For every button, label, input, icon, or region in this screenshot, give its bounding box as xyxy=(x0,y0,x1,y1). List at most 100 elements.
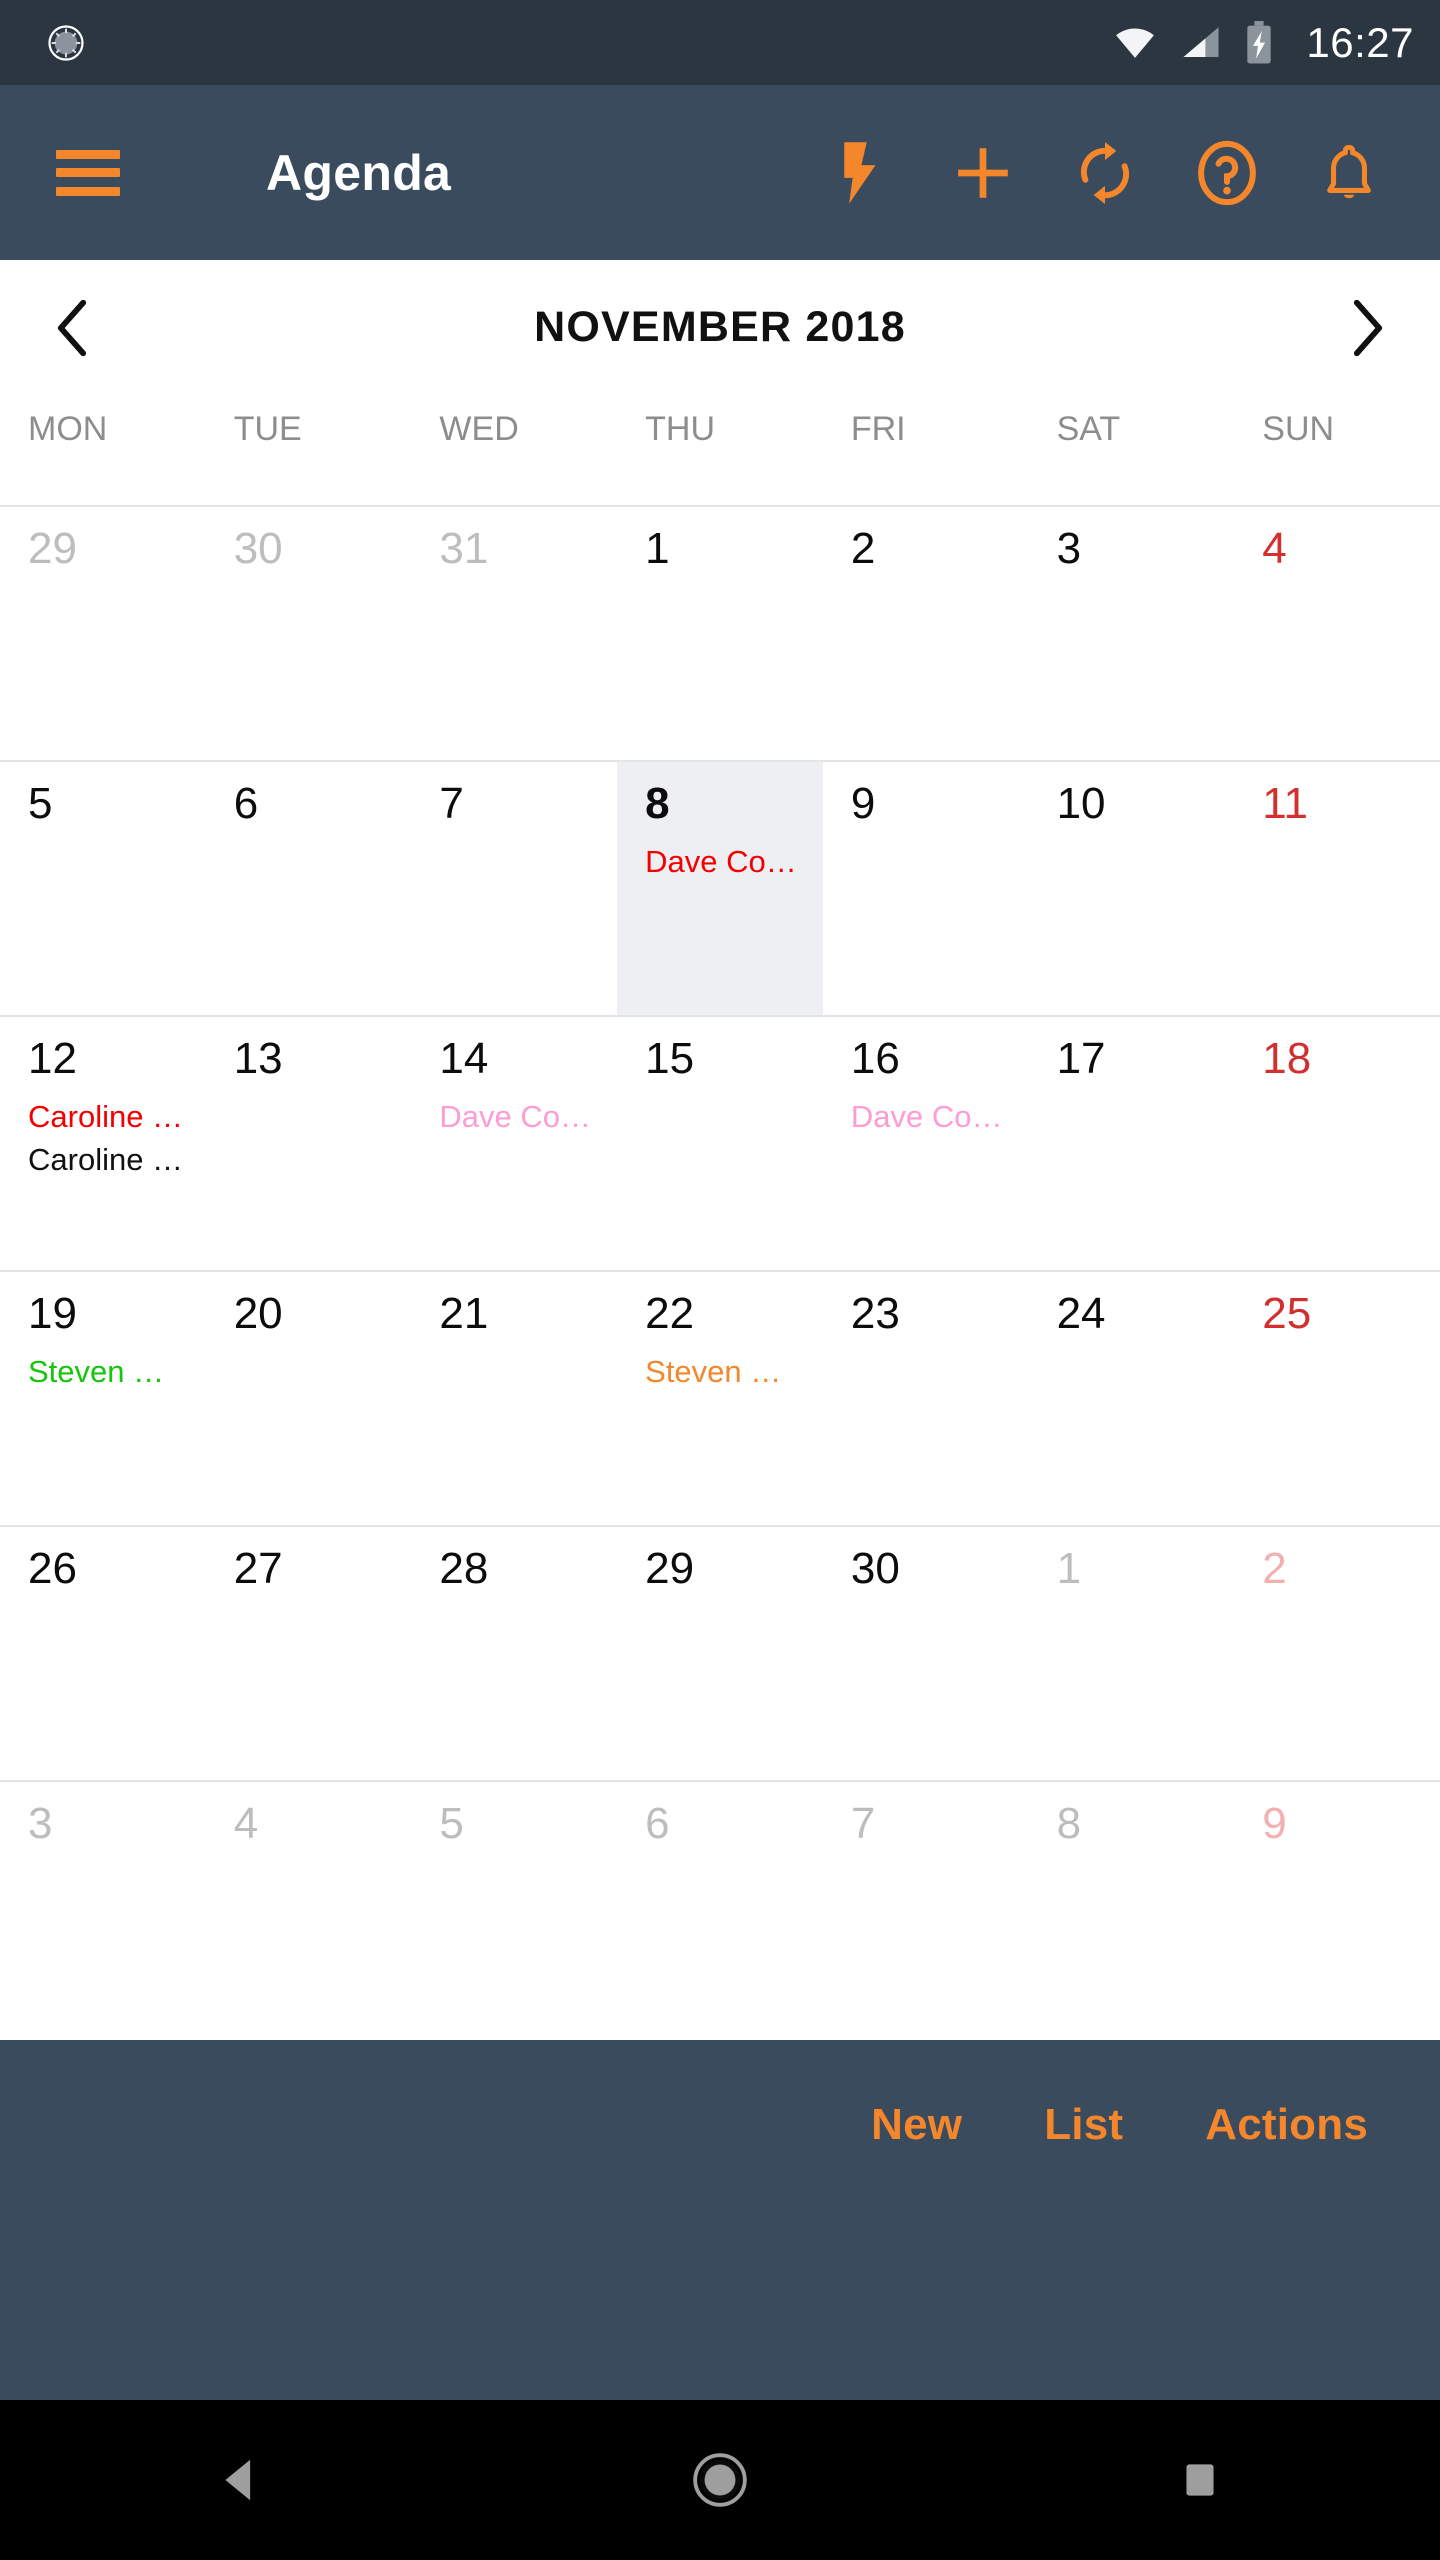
day-number: 1 xyxy=(645,524,670,573)
month-navigation: NOVEMBER 2018 xyxy=(0,260,1440,395)
android-navigation-bar xyxy=(0,2400,1440,2560)
wifi-icon xyxy=(1116,28,1155,58)
calendar-day-cell[interactable]: 16 Dave Co… xyxy=(823,1017,1029,1270)
calendar-day-cell[interactable]: 15 xyxy=(617,1017,823,1270)
new-button[interactable]: New xyxy=(871,2100,962,2150)
calendar-day-cell[interactable]: 9 xyxy=(1234,1782,1440,2040)
quick-action-icon[interactable] xyxy=(824,136,898,210)
calendar-event[interactable]: Steven … xyxy=(28,1353,196,1392)
calendar-day-cell[interactable]: 25 xyxy=(1234,1272,1440,1525)
help-icon[interactable] xyxy=(1190,136,1264,210)
calendar-day-cell[interactable]: 2 xyxy=(1234,1527,1440,1780)
calendar-day-cell[interactable]: 11 xyxy=(1234,762,1440,1015)
bell-icon xyxy=(1327,144,1371,198)
calendar-day-cell[interactable]: 14 Dave Co… xyxy=(411,1017,617,1270)
calendar-day-cell[interactable]: 23 xyxy=(823,1272,1029,1525)
android-back-button[interactable] xyxy=(180,2420,300,2540)
calendar-day-cell[interactable]: 4 xyxy=(1234,507,1440,760)
weekday-label-sat: SAT xyxy=(1056,410,1121,448)
calendar-event[interactable]: Caroline … xyxy=(28,1141,196,1180)
calendar-day-cell[interactable]: 27 xyxy=(206,1527,412,1780)
day-event-list: Dave Co… xyxy=(645,843,813,882)
calendar-day-cell[interactable]: 5 xyxy=(0,762,206,1015)
day-number: 8 xyxy=(1056,1799,1082,1848)
calendar-day-cell[interactable]: 6 xyxy=(206,762,412,1015)
weekday-label-tue: TUE xyxy=(233,410,302,448)
calendar-event[interactable]: Dave Co… xyxy=(439,1098,607,1137)
page-title: Agenda xyxy=(266,144,452,201)
android-home-button[interactable] xyxy=(660,2420,780,2540)
calendar-day-cell[interactable]: 29 xyxy=(617,1527,823,1780)
calendar-day-cell[interactable]: 10 xyxy=(1029,762,1235,1015)
app-root: 16:27 Agenda NOVEMBER 2018 MON TUE WED T… xyxy=(0,0,1440,2560)
calendar-event[interactable]: Caroline … xyxy=(28,1098,196,1137)
calendar-day-cell[interactable]: 3 xyxy=(0,1782,206,2040)
calendar-day-cell[interactable]: 4 xyxy=(206,1782,412,2040)
home-circle-icon xyxy=(693,2453,747,2507)
plus-icon xyxy=(958,147,1008,198)
status-bar: 16:27 xyxy=(0,0,1440,85)
calendar-day-cell[interactable]: 8 Dave Co… xyxy=(617,762,823,1015)
day-event-list: Steven … xyxy=(645,1353,813,1392)
calendar-day-cell[interactable]: 22 Steven … xyxy=(617,1272,823,1525)
calendar-day-cell[interactable]: 30 xyxy=(206,507,412,760)
calendar-day-cell[interactable]: 24 xyxy=(1029,1272,1235,1525)
calendar-day-cell[interactable]: 9 xyxy=(823,762,1029,1015)
day-number: 20 xyxy=(233,1289,283,1338)
calendar-day-cell[interactable]: 2 xyxy=(823,507,1029,760)
day-number: 2 xyxy=(1262,1544,1287,1593)
sync-icon[interactable] xyxy=(1068,136,1142,210)
day-number: 4 xyxy=(233,1799,259,1848)
calendar-day-cell[interactable]: 8 xyxy=(1029,1782,1235,2040)
calendar-day-cell[interactable]: 28 xyxy=(411,1527,617,1780)
calendar-day-cell[interactable]: 5 xyxy=(411,1782,617,2040)
calendar-day-cell[interactable]: 29 xyxy=(0,507,206,760)
calendar-day-cell[interactable]: 7 xyxy=(823,1782,1029,2040)
calendar-day-cell[interactable]: 21 xyxy=(411,1272,617,1525)
calendar-week-row: 12 Caroline … Caroline … 13 14 Dave Co… 15 16 Da… xyxy=(0,1015,1440,1270)
calendar-day-cell[interactable]: 1 xyxy=(1029,1527,1235,1780)
day-number: 2 xyxy=(850,524,876,573)
day-number: 30 xyxy=(233,524,283,573)
day-number: 19 xyxy=(28,1289,77,1338)
android-recents-button[interactable] xyxy=(1140,2420,1260,2540)
day-number: 29 xyxy=(28,524,77,573)
calendar-day-cell[interactable]: 7 xyxy=(411,762,617,1015)
day-number: 3 xyxy=(28,1799,53,1848)
day-event-list: Dave Co… xyxy=(439,1098,607,1137)
calendar-day-cell[interactable]: 31 xyxy=(411,507,617,760)
calendar-day-cell[interactable]: 18 xyxy=(1234,1017,1440,1270)
hamburger-menu-icon[interactable] xyxy=(56,149,120,196)
add-icon[interactable] xyxy=(946,136,1020,210)
actions-button[interactable]: Actions xyxy=(1205,2100,1368,2150)
calendar-event[interactable]: Steven … xyxy=(645,1353,813,1392)
day-number: 5 xyxy=(28,779,53,828)
day-number: 30 xyxy=(850,1544,900,1593)
calendar-day-cell[interactable]: 30 xyxy=(823,1527,1029,1780)
calendar-day-cell[interactable]: 20 xyxy=(206,1272,412,1525)
notifications-icon[interactable] xyxy=(1312,136,1386,210)
calendar-day-cell[interactable]: 12 Caroline … Caroline … xyxy=(0,1017,206,1270)
next-month-button[interactable] xyxy=(1342,292,1394,364)
day-event-list: Steven … xyxy=(28,1353,196,1392)
prev-month-button[interactable] xyxy=(46,292,98,364)
calendar-event[interactable]: Dave Co… xyxy=(851,1098,1019,1137)
day-number: 21 xyxy=(439,1289,489,1338)
calendar-event[interactable]: Dave Co… xyxy=(645,843,813,882)
calendar-day-cell[interactable]: 19 Steven … xyxy=(0,1272,206,1525)
day-number: 26 xyxy=(28,1544,77,1593)
weekday-label-wed: WED xyxy=(439,410,519,448)
day-number: 24 xyxy=(1056,1289,1106,1338)
refresh-sync-icon xyxy=(1080,141,1130,204)
calendar-day-cell[interactable]: 17 xyxy=(1029,1017,1235,1270)
list-button[interactable]: List xyxy=(1044,2100,1123,2150)
calendar-day-cell[interactable]: 13 xyxy=(206,1017,412,1270)
notification-sync-icon xyxy=(48,24,84,61)
calendar-day-cell[interactable]: 6 xyxy=(617,1782,823,2040)
calendar-day-cell[interactable]: 3 xyxy=(1029,507,1235,760)
calendar-day-cell[interactable]: 1 xyxy=(617,507,823,760)
calendar-week-row: 19 Steven … 20 21 22 Steven … 23 24 25 xyxy=(0,1270,1440,1525)
calendar-day-cell[interactable]: 26 xyxy=(0,1527,206,1780)
status-bar-left xyxy=(44,21,88,65)
bottom-panel: New List Actions xyxy=(0,2040,1440,2400)
